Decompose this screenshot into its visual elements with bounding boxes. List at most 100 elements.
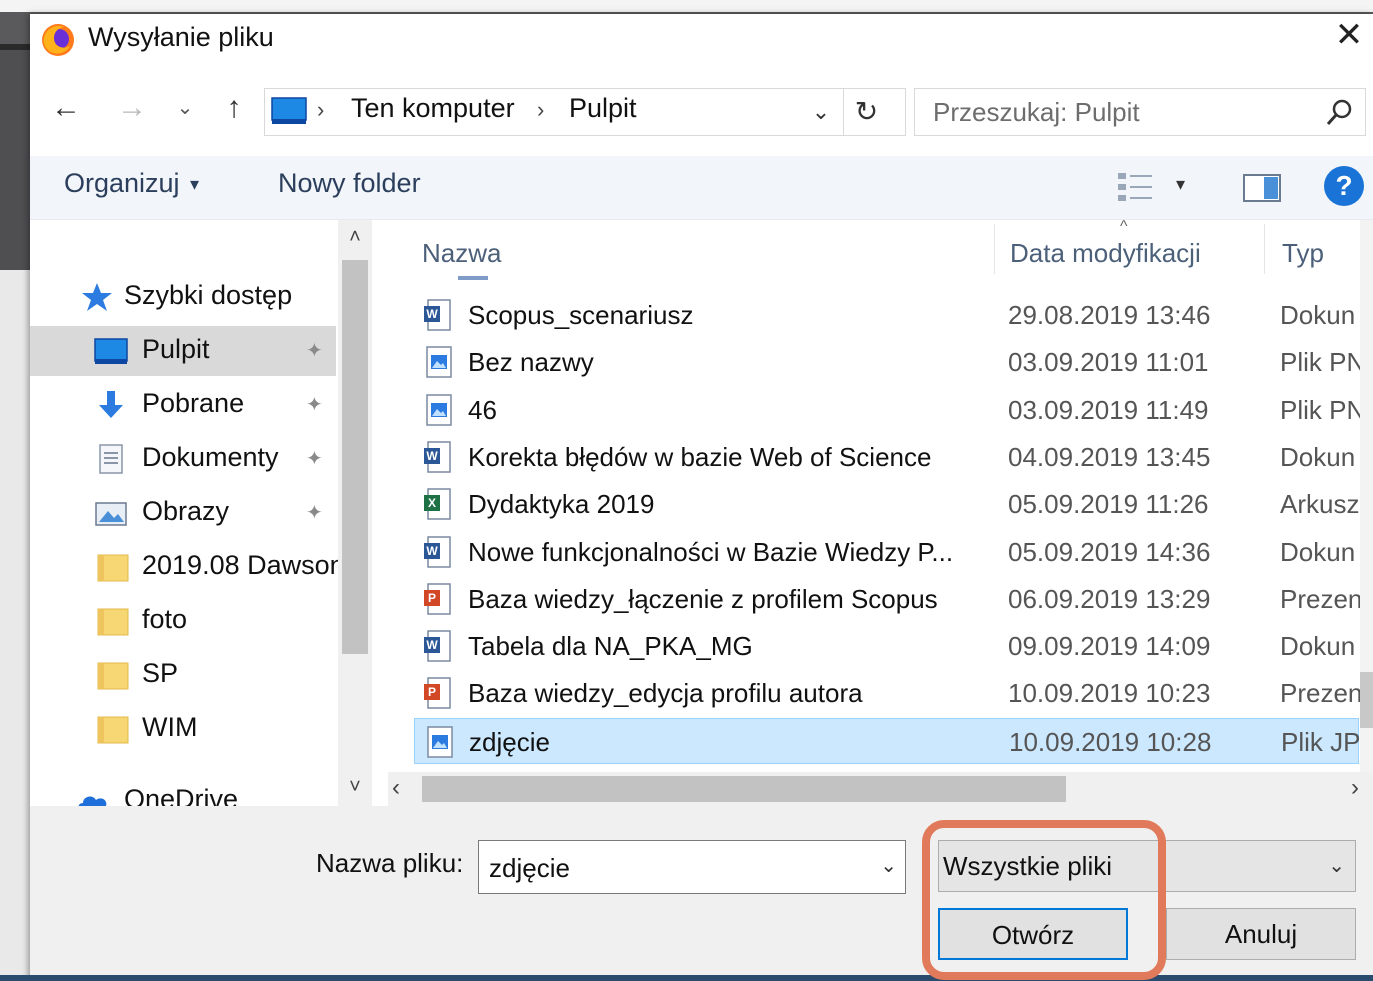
pin-icon[interactable]: ✦ bbox=[306, 338, 323, 363]
file-row[interactable]: W Tabela dla NA_PKA_MG 09.09.2019 14:09 Dok… bbox=[414, 623, 1359, 669]
recent-locations-button[interactable]: ⌄ bbox=[170, 88, 200, 128]
file-name: zdjęcie bbox=[469, 726, 550, 757]
filename-value: zdjęcie bbox=[489, 853, 570, 883]
organize-caret-icon[interactable]: ▾ bbox=[190, 174, 199, 195]
scrollbar-thumb[interactable] bbox=[422, 776, 1066, 802]
pin-icon[interactable]: ✦ bbox=[306, 500, 323, 525]
nav-item-pictures[interactable]: Obrazy ✦ bbox=[30, 488, 336, 538]
file-date: 05.09.2019 14:36 bbox=[1008, 536, 1211, 567]
chevron-down-icon[interactable]: ⌄ bbox=[880, 853, 897, 878]
file-row[interactable]: X Dydaktyka 2019 05.09.2019 11:26 Arkusz bbox=[414, 481, 1359, 527]
breadcrumb-desktop[interactable]: Pulpit bbox=[569, 93, 637, 124]
breadcrumb-this-pc[interactable]: Ten komputer bbox=[351, 93, 515, 124]
folder-icon bbox=[97, 608, 129, 636]
file-row[interactable]: W Korekta błędów w bazie Web of Science 04… bbox=[414, 434, 1359, 480]
file-type: Prezen bbox=[1280, 678, 1360, 709]
file-date: 04.09.2019 13:45 bbox=[1008, 441, 1211, 472]
cloud-icon bbox=[78, 796, 107, 806]
filename-label: Nazwa pliku: bbox=[316, 848, 464, 878]
refresh-button[interactable]: ↻ bbox=[843, 89, 889, 135]
folder-icon bbox=[97, 662, 129, 690]
pin-icon[interactable]: ✦ bbox=[306, 392, 323, 417]
file-type-value: Wszystkie pliki bbox=[943, 851, 1113, 881]
forward-button[interactable]: → bbox=[112, 88, 152, 128]
open-button[interactable]: Otwórz bbox=[938, 908, 1128, 960]
word-file-icon: W bbox=[424, 630, 451, 662]
file-date: 03.09.2019 11:01 bbox=[1008, 347, 1209, 378]
word-file-icon: W bbox=[424, 299, 451, 331]
folder-icon bbox=[97, 554, 129, 582]
horizontal-scrollbar[interactable]: ‹ › bbox=[388, 772, 1373, 806]
file-type: Arkusz bbox=[1280, 489, 1360, 520]
svg-text:W: W bbox=[426, 638, 438, 652]
scroll-up-arrow-icon[interactable]: ˄ bbox=[338, 226, 372, 249]
nav-item-quick-access[interactable]: Szybki dostęp bbox=[30, 272, 336, 322]
nav-pane-scrollbar[interactable]: ˄ ˅ bbox=[338, 220, 372, 806]
dialog-footer: Nazwa pliku: zdjęcie ⌄ Wszystkie pliki ⌄… bbox=[30, 806, 1373, 981]
file-upload-dialog: Wysyłanie pliku ✕ ← → ⌄ ↑ › Ten komputer… bbox=[30, 14, 1373, 981]
address-dropdown-button[interactable]: ⌄ bbox=[801, 95, 841, 129]
nav-label: Pulpit bbox=[142, 334, 210, 364]
new-folder-button[interactable]: Nowy folder bbox=[278, 168, 421, 199]
column-header-date[interactable]: Data modyfikacji bbox=[1010, 238, 1201, 298]
column-divider[interactable] bbox=[994, 224, 995, 274]
file-type-select[interactable]: Wszystkie pliki ⌄ bbox=[938, 840, 1356, 892]
file-date: 03.09.2019 11:49 bbox=[1008, 394, 1209, 425]
file-row[interactable]: 46 03.09.2019 11:49 Plik PN bbox=[414, 387, 1360, 433]
nav-item-folder-dawson[interactable]: 2019.08 Dawson bbox=[30, 542, 345, 592]
nav-item-documents[interactable]: Dokumenty ✦ bbox=[30, 434, 336, 484]
excel-file-icon: X bbox=[424, 488, 451, 520]
file-row[interactable]: zdjęcie 10.09.2019 10:28 Plik JP bbox=[414, 717, 1360, 764]
search-input[interactable]: Przeszukaj: Pulpit bbox=[914, 88, 1366, 136]
nav-item-desktop[interactable]: Pulpit ✦ bbox=[30, 326, 336, 376]
file-row[interactable]: W Nowe funkcjonalności w Bazie Wiedzy P..… bbox=[414, 529, 1359, 575]
nav-item-folder-foto[interactable]: foto bbox=[30, 596, 336, 646]
file-list-scrollbar[interactable] bbox=[1360, 220, 1373, 772]
organize-button[interactable]: Organizuj bbox=[64, 168, 180, 199]
cancel-button[interactable]: Anuluj bbox=[1166, 908, 1356, 960]
scrollbar-thumb[interactable] bbox=[342, 260, 368, 654]
preview-pane-icon[interactable] bbox=[1242, 172, 1282, 204]
help-icon[interactable]: ? bbox=[1324, 166, 1364, 206]
sort-indicator-icon: ^ bbox=[1120, 220, 1128, 235]
address-bar[interactable]: › Ten komputer › Pulpit ⌄ ↻ bbox=[264, 88, 906, 136]
file-row[interactable]: P Baza wiedzy_edycja profilu autora 10.09.… bbox=[414, 670, 1360, 716]
title-bar: Wysyłanie pliku ✕ bbox=[30, 14, 1373, 66]
view-options-icon[interactable] bbox=[1116, 170, 1156, 204]
svg-text:W: W bbox=[426, 544, 438, 558]
file-name: Bez nazwy bbox=[468, 347, 594, 378]
scroll-right-arrow-icon[interactable]: › bbox=[1351, 774, 1359, 802]
nav-item-onedrive[interactable]: OneDrive bbox=[30, 776, 336, 806]
close-button[interactable]: ✕ bbox=[1325, 14, 1373, 60]
file-date: 09.09.2019 14:09 bbox=[1008, 631, 1211, 662]
back-button[interactable]: ← bbox=[46, 88, 86, 128]
navigation-pane: Szybki dostęp Pulpit ✦ Pobrane ✦ Dokumen… bbox=[30, 220, 370, 806]
up-button[interactable]: ↑ bbox=[216, 88, 252, 128]
scroll-down-arrow-icon[interactable]: ˅ bbox=[338, 776, 372, 799]
svg-text:W: W bbox=[426, 307, 438, 321]
column-divider[interactable] bbox=[1264, 224, 1265, 274]
file-row[interactable]: Bez nazwy 03.09.2019 11:01 Plik PN bbox=[414, 339, 1360, 385]
file-type: Plik PN bbox=[1280, 347, 1360, 378]
nav-item-folder-sp[interactable]: SP bbox=[30, 650, 336, 700]
view-caret-icon[interactable]: ▾ bbox=[1176, 174, 1185, 195]
column-header-name[interactable]: Nazwa bbox=[422, 238, 501, 298]
background-window bbox=[0, 50, 30, 270]
chevron-down-icon[interactable]: ⌄ bbox=[1328, 853, 1345, 878]
nav-item-downloads[interactable]: Pobrane ✦ bbox=[30, 380, 336, 430]
background-window-lower bbox=[0, 270, 30, 981]
column-header-type[interactable]: Typ bbox=[1282, 238, 1324, 298]
nav-item-folder-wim[interactable]: WIM bbox=[30, 704, 336, 754]
scrollbar-thumb[interactable] bbox=[1360, 672, 1373, 728]
address-row: ← → ⌄ ↑ › Ten komputer › Pulpit ⌄ ↻ Prze… bbox=[30, 66, 1373, 156]
file-row[interactable]: W Scopus_scenariusz 29.08.2019 13:46 Dokun bbox=[414, 292, 1359, 338]
nav-label: Szybki dostęp bbox=[124, 280, 293, 310]
file-type: Dokun bbox=[1280, 300, 1356, 330]
file-name: Baza wiedzy_edycja profilu autora bbox=[468, 678, 863, 709]
pin-icon[interactable]: ✦ bbox=[306, 446, 323, 471]
filename-input[interactable]: zdjęcie ⌄ bbox=[478, 840, 906, 894]
word-file-icon: W bbox=[424, 535, 451, 568]
file-row[interactable]: P Baza wiedzy_łączenie z profilem Scopus 0… bbox=[414, 576, 1360, 622]
nav-label: WIM bbox=[142, 712, 198, 742]
scroll-left-arrow-icon[interactable]: ‹ bbox=[392, 774, 400, 802]
